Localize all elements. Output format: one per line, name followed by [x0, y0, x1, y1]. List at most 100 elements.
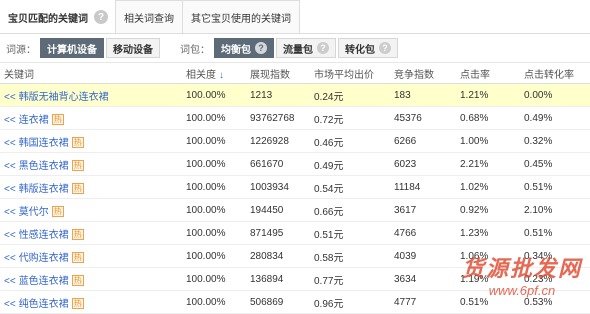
ctr-cell: 2.21%: [460, 152, 524, 176]
tab-bar: 宝贝匹配的关键词 ? 相关词查询 其它宝贝使用的关键词: [0, 0, 590, 34]
keyword-cell: << 韩国连衣裙热: [0, 129, 186, 153]
relevance-cell: 100.00%: [186, 83, 250, 107]
col-impressions[interactable]: 展现指数: [250, 63, 314, 84]
keyword-text[interactable]: 莫代尔: [19, 207, 49, 218]
hot-badge: 热: [51, 114, 64, 126]
keyword-cell: << 连衣裙热: [0, 106, 186, 130]
impressions-cell: 93762768: [250, 106, 314, 130]
ctr-cell: 1.21%: [460, 83, 524, 107]
impressions-cell: 1003934: [250, 175, 314, 199]
hot-badge: 热: [71, 229, 84, 241]
ctr-cell: 1.00%: [460, 129, 524, 153]
col-relevance[interactable]: 相关度 ↓: [186, 63, 250, 84]
impressions-cell: 194450: [250, 198, 314, 222]
avg-bid-cell: 0.96元: [314, 290, 394, 314]
ctr-cell: 0.92%: [460, 198, 524, 222]
help-icon[interactable]: ?: [379, 42, 391, 54]
package-balanced-label: 均衡包: [221, 44, 251, 56]
tab-label: 相关词查询: [124, 13, 174, 25]
add-keyword-link[interactable]: <<: [4, 138, 16, 149]
relevance-cell: 100.00%: [186, 152, 250, 176]
avg-bid-cell: 0.54元: [314, 175, 394, 199]
add-keyword-link[interactable]: <<: [4, 230, 16, 241]
avg-bid-cell: 0.66元: [314, 198, 394, 222]
package-balanced-button[interactable]: 均衡包 ?: [214, 38, 274, 58]
keyword-text[interactable]: 韩国连衣裙: [19, 138, 69, 149]
keyword-text[interactable]: 蓝色连衣裙: [19, 276, 69, 287]
add-keyword-link[interactable]: <<: [4, 184, 16, 195]
keyword-cell: << 韩版连衣裙热: [0, 175, 186, 199]
cvr-cell: 0.51%: [524, 221, 590, 245]
keyword-cell: << 黑色连衣裙热: [0, 152, 186, 176]
cvr-cell: 0.53%: [524, 290, 590, 314]
table-row: << 纯色连衣裙热 100.00% 506869 0.96元 4777 0.51% 0.53%: [0, 290, 590, 314]
keyword-text[interactable]: 性感连衣裙: [19, 230, 69, 241]
add-keyword-link[interactable]: <<: [4, 115, 16, 126]
keyword-cell: << 韩版无袖背心连衣裙: [0, 83, 186, 107]
hot-badge: 热: [71, 183, 84, 195]
col-ctr[interactable]: 点击率: [460, 63, 524, 84]
keyword-text[interactable]: 代购连衣裙: [19, 253, 69, 264]
keyword-text[interactable]: 韩版连衣裙: [19, 184, 69, 195]
competition-cell: 6023: [394, 152, 460, 176]
source-mobile-button[interactable]: 移动设备: [106, 38, 160, 58]
col-keyword[interactable]: 关键词: [0, 63, 186, 84]
tab-other-items-keywords[interactable]: 其它宝贝使用的关键词: [182, 0, 300, 33]
impressions-cell: 661670: [250, 152, 314, 176]
keyword-table: 关键词 相关度 ↓ 展现指数 市场平均出价 竞争指数 点击率 点击转化率 << 韩版…: [0, 63, 590, 314]
keyword-cell: << 蓝色连衣裙热: [0, 267, 186, 291]
table-body: << 韩版无袖背心连衣裙 100.00% 1213 0.24元 183 1.21% 0.00%…: [0, 83, 590, 314]
tab-matched-keywords[interactable]: 宝贝匹配的关键词 ?: [0, 1, 116, 33]
package-label: 词包：: [180, 44, 210, 56]
avg-bid-cell: 0.46元: [314, 129, 394, 153]
keyword-text[interactable]: 韩版无袖背心连衣裙: [19, 92, 109, 103]
col-competition[interactable]: 竞争指数: [394, 63, 460, 84]
impressions-cell: 136894: [250, 267, 314, 291]
add-keyword-link[interactable]: <<: [4, 276, 16, 287]
keyword-text[interactable]: 连衣裙: [19, 115, 49, 126]
table-row: << 韩版连衣裙热 100.00% 1003934 0.54元 11184 1.02% 0.5…: [0, 175, 590, 199]
filter-bar: 词源： 计算机设备 移动设备 词包： 均衡包 ? 流量包 ? 转化包 ?: [0, 34, 590, 63]
package-conversion-button[interactable]: 转化包 ?: [338, 38, 398, 58]
table-row: << 蓝色连衣裙热 100.00% 136894 0.77元 3634 1.19% 0.23%: [0, 267, 590, 291]
table-row: << 韩版无袖背心连衣裙 100.00% 1213 0.24元 183 1.21% 0.00%: [0, 83, 590, 107]
col-cvr[interactable]: 点击转化率: [524, 63, 590, 84]
cvr-cell: 0.23%: [524, 267, 590, 291]
ctr-cell: 1.06%: [460, 244, 524, 268]
add-keyword-link[interactable]: <<: [4, 161, 16, 172]
add-keyword-link[interactable]: <<: [4, 92, 16, 103]
ctr-cell: 0.68%: [460, 106, 524, 130]
competition-cell: 4766: [394, 221, 460, 245]
add-keyword-link[interactable]: <<: [4, 299, 16, 310]
cvr-cell: 2.10%: [524, 198, 590, 222]
keyword-cell: << 莫代尔热: [0, 198, 186, 222]
avg-bid-cell: 0.58元: [314, 244, 394, 268]
relevance-cell: 100.00%: [186, 129, 250, 153]
col-avg-bid[interactable]: 市场平均出价: [314, 63, 394, 84]
help-icon[interactable]: ?: [94, 10, 108, 24]
competition-cell: 4777: [394, 290, 460, 314]
add-keyword-link[interactable]: <<: [4, 253, 16, 264]
relevance-cell: 100.00%: [186, 175, 250, 199]
tab-related-query[interactable]: 相关词查询: [115, 0, 183, 33]
competition-cell: 45376: [394, 106, 460, 130]
cvr-cell: 0.45%: [524, 152, 590, 176]
avg-bid-cell: 0.24元: [314, 83, 394, 107]
source-computer-button[interactable]: 计算机设备: [40, 38, 104, 58]
help-icon[interactable]: ?: [317, 42, 329, 54]
hot-badge: 热: [51, 206, 64, 218]
hot-badge: 热: [71, 137, 84, 149]
table-header-row: 关键词 相关度 ↓ 展现指数 市场平均出价 竞争指数 点击率 点击转化率: [0, 63, 590, 84]
sort-down-icon: ↓: [219, 69, 224, 81]
add-keyword-link[interactable]: <<: [4, 207, 16, 218]
source-label: 词源：: [6, 44, 36, 56]
impressions-cell: 1213: [250, 83, 314, 107]
impressions-cell: 506869: [250, 290, 314, 314]
relevance-cell: 100.00%: [186, 244, 250, 268]
package-traffic-button[interactable]: 流量包 ?: [276, 38, 336, 58]
keyword-text[interactable]: 纯色连衣裙: [19, 299, 69, 310]
col-relevance-label: 相关度: [186, 69, 216, 81]
keyword-cell: << 性感连衣裙热: [0, 221, 186, 245]
help-icon[interactable]: ?: [255, 42, 267, 54]
keyword-text[interactable]: 黑色连衣裙: [19, 161, 69, 172]
